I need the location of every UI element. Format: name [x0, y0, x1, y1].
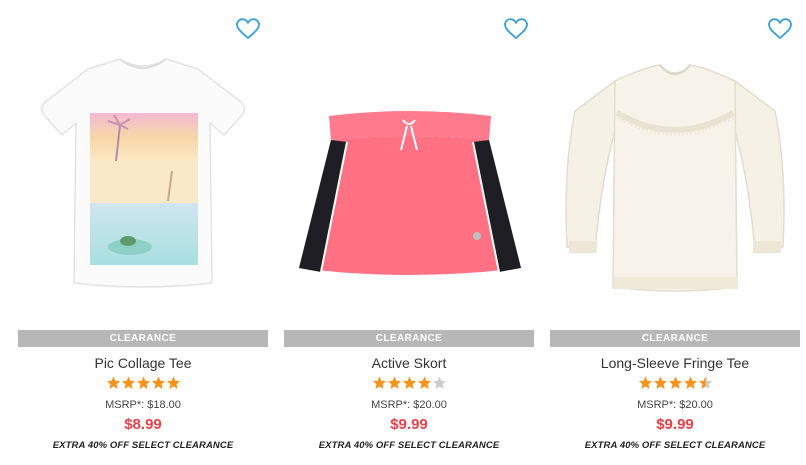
product-card: CLEARANCE Pic Collage Tee MSRP*: $18.00 … [18, 0, 268, 465]
star-icon [106, 376, 120, 389]
product-card: CLEARANCE Active Skort MSRP*: $20.00 $9.… [284, 0, 534, 465]
star-icon [151, 376, 165, 389]
product-image-fringe-top[interactable] [550, 40, 800, 312]
rating-stars [284, 376, 534, 390]
star-empty-icon [432, 376, 446, 389]
star-icon [683, 376, 697, 389]
clearance-badge: CLEARANCE [284, 330, 534, 347]
star-half-icon [698, 376, 712, 389]
sale-price: $9.99 [656, 416, 694, 433]
product-name[interactable]: Pic Collage Tee [18, 355, 268, 371]
star-icon [668, 376, 682, 389]
star-icon [372, 376, 386, 389]
favorite-heart-icon[interactable] [768, 18, 792, 40]
favorite-heart-icon[interactable] [236, 18, 260, 40]
msrp-price: MSRP*: $20.00 [637, 399, 713, 411]
product-name[interactable]: Active Skort [284, 355, 534, 371]
promo-text: EXTRA 40% OFF SELECT CLEARANCE [584, 440, 766, 451]
product-image-tee[interactable] [18, 40, 268, 312]
star-icon [638, 376, 652, 389]
star-icon [136, 376, 150, 389]
msrp-price: MSRP*: $18.00 [105, 399, 181, 411]
star-icon [653, 376, 667, 389]
product-image-skort[interactable] [284, 40, 534, 312]
star-icon [121, 376, 135, 389]
favorite-heart-icon[interactable] [504, 18, 528, 40]
promo-text: EXTRA 40% OFF SELECT CLEARANCE [52, 440, 234, 451]
sale-price: $8.99 [124, 416, 162, 433]
promo-text: EXTRA 40% OFF SELECT CLEARANCE [318, 440, 500, 451]
clearance-badge: CLEARANCE [550, 330, 800, 347]
clearance-badge: CLEARANCE [18, 330, 268, 347]
product-name[interactable]: Long-Sleeve Fringe Tee [550, 355, 800, 371]
msrp-price: MSRP*: $20.00 [371, 399, 447, 411]
star-icon [402, 376, 416, 389]
star-icon [387, 376, 401, 389]
product-card: CLEARANCE Long-Sleeve Fringe Tee MSRP*: … [550, 0, 800, 465]
star-icon [417, 376, 431, 389]
rating-stars [18, 376, 268, 390]
star-icon [166, 376, 180, 389]
rating-stars [550, 376, 800, 390]
sale-price: $9.99 [390, 416, 428, 433]
